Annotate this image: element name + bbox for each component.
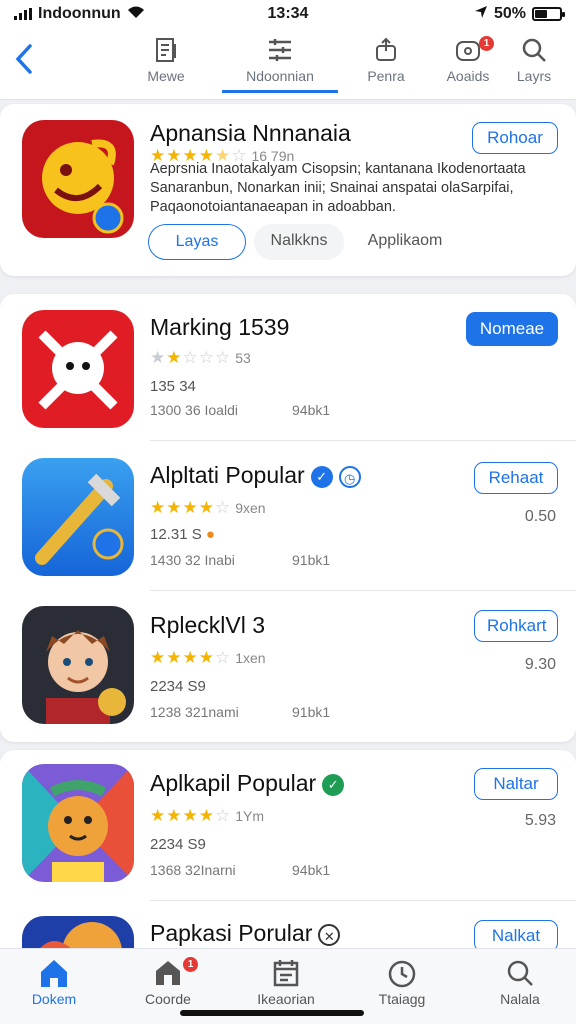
chip-layas[interactable]: Layas bbox=[148, 224, 246, 260]
bottom-tab-label: Dokem bbox=[31, 991, 77, 1007]
rating-stars: ★★★★☆ 1Ym bbox=[150, 806, 265, 825]
coin-icon: ● bbox=[205, 526, 215, 543]
bottom-tab-label: Ttaiagg bbox=[378, 991, 426, 1007]
app-title: Aplkapil Popular ✓ bbox=[150, 770, 345, 797]
app-title: Papkasi Porular ✕ bbox=[150, 920, 341, 947]
bottom-tab-dokem[interactable]: Dokem bbox=[4, 957, 104, 1007]
clock-icon bbox=[352, 957, 452, 991]
notification-badge: 1 bbox=[183, 957, 198, 972]
row-divider bbox=[150, 900, 576, 901]
tab-label: Ndoonnian bbox=[246, 68, 314, 84]
search-icon bbox=[470, 957, 570, 991]
rating-stars: ★★★★☆ 9xen bbox=[150, 498, 266, 517]
search-icon bbox=[492, 36, 576, 68]
app-icon bbox=[22, 310, 134, 428]
app-list-card-2: Aplkapil Popular ✓ ★★★★☆ 1Ym 2234 S9 1368 … bbox=[0, 750, 576, 960]
wifi-icon bbox=[127, 5, 145, 24]
calendar-icon bbox=[236, 957, 336, 991]
app-title: RplecklVl 3 bbox=[150, 612, 266, 638]
app-icon bbox=[22, 458, 134, 576]
app-meta: 135 34 bbox=[150, 378, 196, 395]
app-meta-text: 12.31 S bbox=[150, 526, 202, 543]
bottom-tab-label: Ikeaorian bbox=[257, 991, 315, 1007]
app-meta: 2234 S9 bbox=[150, 836, 206, 853]
bottom-tab-label: Coorde bbox=[145, 991, 191, 1007]
tab-label: Layrs bbox=[516, 68, 552, 84]
chevron-left-icon bbox=[15, 44, 32, 74]
bottom-tab-ttaiagg[interactable]: Ttaiagg bbox=[352, 957, 452, 1007]
app-size: 91bk1 bbox=[292, 704, 331, 720]
app-price: 9.30 bbox=[524, 656, 556, 673]
row-divider bbox=[150, 590, 576, 591]
app-list-card: Marking 1539 ★★☆☆☆ 53 135 34 1300 36 Ioal… bbox=[0, 294, 576, 742]
featured-app-title: Apnansia Nnnanaia bbox=[150, 120, 351, 146]
top-navigation: Mewe Ndoonnian Penra 1 Aoaids Layrs bbox=[0, 28, 576, 100]
document-icon bbox=[118, 36, 214, 68]
app-meta: 2234 S9 bbox=[150, 678, 206, 695]
chip-applikaom[interactable]: Applikaom bbox=[352, 224, 458, 260]
clock-time: 13:34 bbox=[267, 5, 309, 22]
app-action-button[interactable]: Rohkart bbox=[474, 610, 558, 642]
rating-count: 9xen bbox=[235, 500, 266, 516]
app-title-text: Aplkapil Popular bbox=[150, 770, 317, 796]
verified-icon: ✓ bbox=[310, 465, 333, 488]
tab-mewe[interactable]: Mewe bbox=[118, 36, 214, 84]
chip-nalkkns[interactable]: Nalkkns bbox=[254, 224, 344, 260]
rating-count: 1Ym bbox=[235, 808, 265, 824]
bottom-navigation: Dokem 1 Coorde Ikeaorian Ttaiagg Nalala bbox=[0, 948, 576, 1024]
tab-ndoonnian[interactable]: Ndoonnian bbox=[222, 36, 338, 93]
status-bar: Indoonnun 13:34 50% bbox=[0, 0, 576, 28]
bottom-tab-nalala[interactable]: Nalala bbox=[470, 957, 570, 1007]
app-sub-info: 1300 36 Ioaldi bbox=[150, 402, 238, 418]
app-action-button[interactable]: Naltar bbox=[474, 768, 558, 800]
home-indicator[interactable] bbox=[180, 1010, 364, 1016]
store-icon: 1 bbox=[118, 957, 218, 991]
app-sub-info: 1238 321nami bbox=[150, 704, 239, 720]
signal-icon bbox=[14, 8, 32, 20]
app-meta: 12.31 S ● bbox=[150, 526, 215, 543]
app-price: 5.93 bbox=[524, 812, 556, 829]
app-title: Alpltati Popular ✓ ◷ bbox=[150, 462, 361, 489]
tab-layrs[interactable]: Layrs bbox=[492, 36, 576, 84]
row-divider bbox=[150, 440, 576, 441]
app-size: 94bk1 bbox=[292, 402, 331, 418]
bottom-tab-coorde[interactable]: 1 Coorde bbox=[118, 957, 218, 1007]
app-price: 0.50 bbox=[524, 508, 556, 525]
app-action-button[interactable]: Nomeae bbox=[466, 312, 558, 346]
compass-icon: ✕ bbox=[318, 923, 341, 946]
clock-badge-icon: ◷ bbox=[338, 465, 361, 488]
bottom-tab-label: Nalala bbox=[500, 991, 540, 1007]
location-icon bbox=[474, 5, 488, 24]
app-size: 94bk1 bbox=[292, 862, 331, 878]
featured-description: Aeprsnia Inaotakalyam Cisopsin; kantanan… bbox=[150, 161, 526, 215]
carrier-label: Indoonnun bbox=[38, 5, 121, 22]
featured-app-card[interactable]: Apnansia Nnnanaia ★★★★★☆ 16 79n Aeprsnia … bbox=[0, 104, 576, 276]
app-size: 91bk1 bbox=[292, 552, 331, 568]
rating-stars: ★★★★☆ 1xen bbox=[150, 648, 266, 667]
app-sub-info: 1430 32 Inabi bbox=[150, 552, 235, 568]
app-title-text: Alpltati Popular bbox=[150, 462, 305, 488]
home-icon bbox=[4, 957, 104, 991]
featured-action-button[interactable]: Rohoar bbox=[472, 122, 558, 154]
tab-label: Mewe bbox=[147, 68, 185, 84]
checkmark-icon: ✓ bbox=[322, 773, 345, 796]
battery-percent: 50% bbox=[493, 5, 526, 22]
featured-app-icon bbox=[22, 120, 134, 238]
rating-stars: ★★☆☆☆ 53 bbox=[150, 348, 251, 367]
app-title-text: Papkasi Porular bbox=[150, 920, 313, 946]
rating-count: 53 bbox=[235, 350, 251, 366]
app-sub-info: 1368 32Inarni bbox=[150, 862, 236, 878]
bottom-tab-ikeaorian[interactable]: Ikeaorian bbox=[236, 957, 336, 1007]
app-icon bbox=[22, 764, 134, 882]
app-icon bbox=[22, 606, 134, 724]
list-icon bbox=[222, 36, 338, 68]
back-button[interactable] bbox=[12, 40, 42, 80]
app-title: Marking 1539 bbox=[150, 314, 290, 340]
rating-count: 1xen bbox=[235, 650, 266, 666]
battery-icon bbox=[532, 7, 565, 21]
app-action-button[interactable]: Rehaat bbox=[474, 462, 558, 494]
